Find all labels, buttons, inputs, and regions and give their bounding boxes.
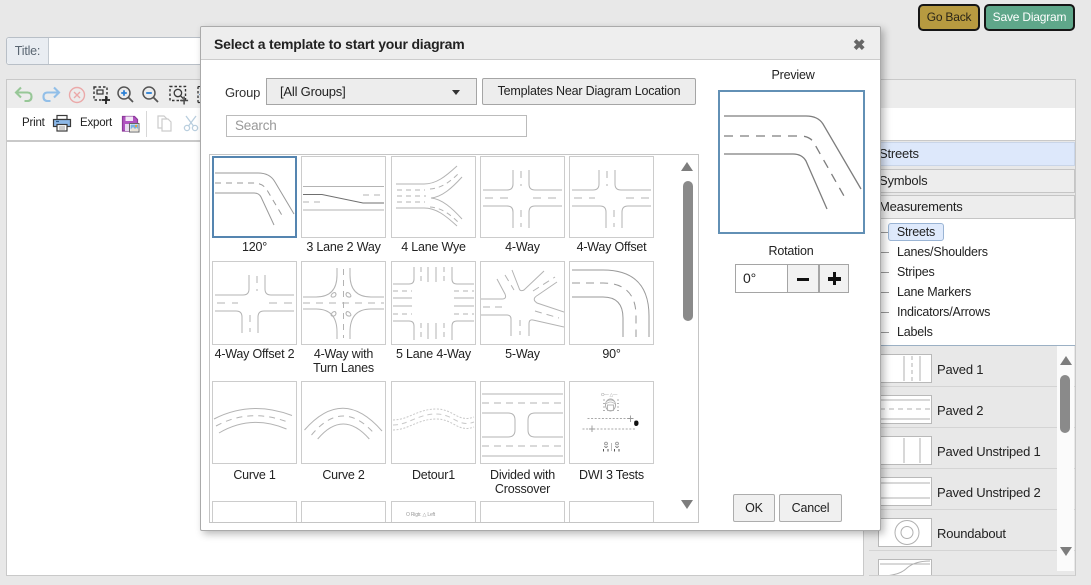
svg-text:O— △—: O— △— bbox=[601, 392, 618, 397]
svg-text:O Rigtr. △ Left: O Rigtr. △ Left bbox=[406, 512, 436, 518]
